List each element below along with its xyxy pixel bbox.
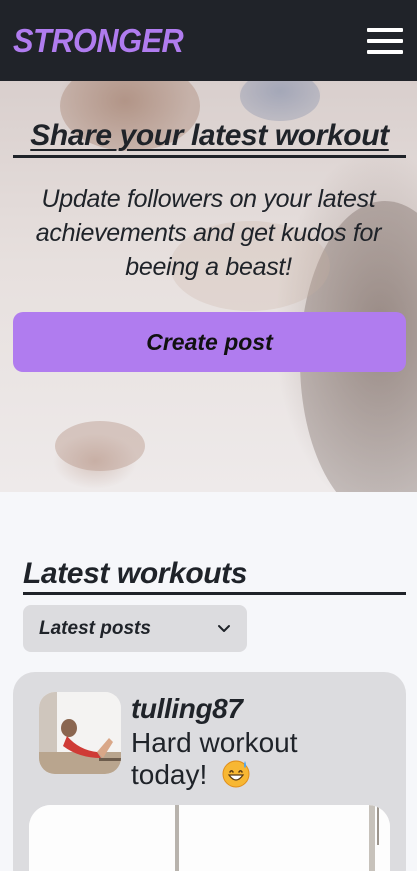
hero-banner: Share your latest workout Update followe…: [0, 81, 417, 492]
sort-select-value: Latest posts: [39, 617, 151, 639]
avatar[interactable]: [39, 692, 121, 774]
post-text: Hard workout today!: [131, 727, 361, 790]
post-card[interactable]: tulling87 Hard workout today!: [13, 672, 406, 871]
hero-subtitle: Update followers on your latest achievem…: [35, 185, 382, 281]
grinning-sweat-emoji-icon: [222, 760, 250, 788]
chevron-down-icon: [218, 624, 230, 632]
create-post-button[interactable]: Create post: [13, 312, 406, 372]
post-text-content: Hard workout today!: [131, 727, 298, 790]
brand-logo[interactable]: STRONGER: [13, 22, 184, 60]
user-avatar-photo: [39, 692, 121, 774]
hero-title: Share your latest workout: [13, 119, 406, 158]
menu-line: [367, 27, 403, 32]
hamburger-menu-icon[interactable]: [367, 27, 403, 54]
menu-line: [367, 38, 403, 43]
latest-workouts-heading: Latest workouts: [23, 556, 406, 595]
post-photo: [29, 805, 390, 871]
post-username[interactable]: tulling87: [131, 693, 243, 725]
top-navbar: STRONGER: [0, 0, 417, 81]
menu-line: [367, 49, 403, 54]
sort-select[interactable]: Latest posts: [23, 605, 247, 652]
hero-content: Share your latest workout Update followe…: [0, 81, 417, 492]
post-image[interactable]: [29, 805, 390, 871]
